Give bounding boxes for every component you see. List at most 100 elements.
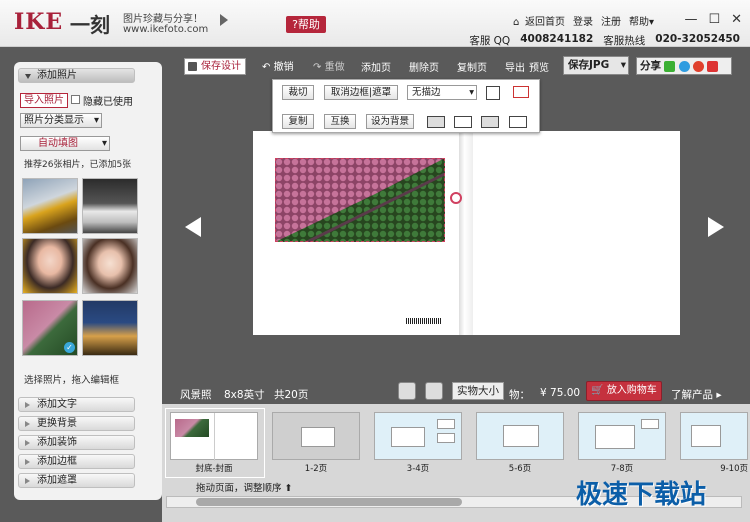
layer-bottom-icon[interactable] bbox=[427, 116, 445, 128]
section-add-photo[interactable]: 添加照片 bbox=[18, 68, 135, 83]
image-share-icon[interactable] bbox=[707, 60, 719, 72]
selection-frame[interactable] bbox=[275, 158, 445, 242]
learn-label: 了解产品 bbox=[671, 389, 713, 401]
wechat-icon[interactable] bbox=[664, 60, 676, 72]
close-button[interactable]: ✕ bbox=[731, 12, 742, 27]
share-label: 分享 bbox=[640, 60, 661, 72]
page-label: 封底-封面 bbox=[195, 464, 233, 474]
page-label: 7-8页 bbox=[610, 464, 634, 474]
nav-home[interactable]: ⌂ 返回首页 bbox=[513, 13, 565, 28]
import-photo-button[interactable]: 导入照片 bbox=[20, 93, 68, 108]
book-right-page[interactable] bbox=[473, 131, 680, 335]
placeholder-icon bbox=[391, 427, 425, 447]
preview-button[interactable]: 预览 bbox=[529, 59, 549, 74]
page-thumb[interactable] bbox=[374, 412, 462, 460]
add-page-button[interactable]: 添加页 bbox=[361, 59, 391, 74]
photo-thumbnail[interactable] bbox=[82, 238, 138, 294]
section-label: 添加文字 bbox=[37, 399, 77, 410]
zoom-out-icon[interactable] bbox=[398, 382, 416, 400]
auto-fill-button[interactable]: 自动填图 ▾ bbox=[20, 136, 110, 151]
crop-button[interactable]: 裁切 bbox=[282, 85, 314, 100]
swap-button[interactable]: 互换 bbox=[324, 114, 356, 129]
section-add-decoration[interactable]: 添加装饰 bbox=[18, 435, 135, 450]
save-icon bbox=[188, 62, 197, 71]
cart-label: 放入购物车 bbox=[606, 385, 657, 396]
placeholder-icon bbox=[437, 419, 455, 429]
placeholder-icon bbox=[641, 419, 659, 429]
remove-photo-icon[interactable] bbox=[513, 86, 529, 98]
arrow-up-icon: ⬆ bbox=[284, 483, 293, 494]
redo-button[interactable]: ↷ 重做 bbox=[313, 58, 345, 73]
section-change-background[interactable]: 更换背景 bbox=[18, 416, 135, 431]
placeholder-icon bbox=[437, 433, 455, 443]
page-thumb[interactable] bbox=[578, 412, 666, 460]
placeholder-icon bbox=[595, 425, 635, 449]
export-button[interactable]: 导出 bbox=[505, 59, 525, 74]
zoom-in-icon[interactable] bbox=[425, 382, 443, 400]
save-design-button[interactable]: 保存设计 bbox=[184, 58, 246, 75]
help-button[interactable]: ?帮助 bbox=[286, 16, 326, 33]
weibo-icon[interactable] bbox=[693, 60, 705, 72]
hotline-label: 客服热线 bbox=[603, 35, 646, 47]
nav-help[interactable]: 帮助▾ bbox=[629, 13, 654, 28]
maximize-button[interactable]: ☐ bbox=[708, 12, 720, 27]
layer-down-icon[interactable] bbox=[454, 116, 472, 128]
delete-page-button[interactable]: 删除页 bbox=[409, 59, 439, 74]
section-label: 添加装饰 bbox=[37, 437, 77, 448]
photo-thumbnail[interactable] bbox=[22, 238, 78, 294]
undo-button[interactable]: ↶ 撤销 bbox=[262, 58, 294, 73]
prev-page-arrow-icon[interactable] bbox=[185, 217, 201, 237]
photo-thumbnail[interactable] bbox=[22, 178, 78, 234]
section-add-text[interactable]: 添加文字 bbox=[18, 397, 135, 412]
watermark: 极速下载站 bbox=[576, 480, 707, 510]
next-page-arrow-icon[interactable] bbox=[708, 217, 724, 237]
add-to-cart-button[interactable]: 🛒 放入购物车 bbox=[586, 381, 662, 401]
page-thumb[interactable] bbox=[272, 412, 360, 460]
play-icon[interactable] bbox=[220, 14, 228, 26]
save-jpg-label: 保存JPG bbox=[568, 59, 610, 71]
qq-icon[interactable] bbox=[678, 60, 690, 72]
photo-thumbnail[interactable] bbox=[82, 178, 138, 234]
layer-up-icon[interactable] bbox=[481, 116, 499, 128]
cart-icon: 🛒 bbox=[591, 385, 604, 396]
layer-top-icon[interactable] bbox=[509, 116, 527, 128]
section-add-mask[interactable]: 添加遮罩 bbox=[18, 473, 135, 488]
left-panel: 添加照片 导入照片 隐藏已使用 照片分类显示 ▾ 自动填图 ▾ 推荐26张相片，… bbox=[14, 62, 162, 500]
page-thumb[interactable] bbox=[476, 412, 564, 460]
chevron-down-icon: ▾ bbox=[101, 138, 107, 149]
drag-order-hint: 拖动页面，调整顺序 ⬆ bbox=[196, 480, 293, 494]
real-size-button[interactable]: 实物大小 bbox=[452, 382, 504, 400]
photo-thumbnail[interactable] bbox=[82, 300, 138, 356]
section-label: 添加遮罩 bbox=[37, 475, 77, 486]
product-style: 风景照 bbox=[180, 389, 212, 401]
cancel-border-mask-button[interactable]: 取消边框|遮罩 bbox=[324, 85, 398, 100]
window-controls: — ☐ ✕ bbox=[684, 12, 742, 27]
recommend-hint: 推荐26张相片，已添加5张 bbox=[24, 160, 132, 170]
book-spine bbox=[459, 131, 473, 335]
page-count: 共20页 bbox=[274, 389, 309, 401]
chevron-down-icon[interactable]: ▾ bbox=[621, 57, 626, 74]
page-thumb[interactable] bbox=[680, 412, 748, 460]
minimize-button[interactable]: — bbox=[684, 12, 697, 27]
nav-login[interactable]: 登录 bbox=[573, 13, 593, 28]
photo-thumbnail-selected[interactable]: ✓ bbox=[22, 300, 78, 356]
rotate-handle-icon[interactable] bbox=[450, 192, 462, 204]
copy-button[interactable]: 复制 bbox=[282, 114, 314, 129]
scrollbar-thumb[interactable] bbox=[196, 498, 462, 506]
border-color-icon[interactable] bbox=[486, 86, 500, 100]
nav-register[interactable]: 注册 bbox=[601, 13, 621, 28]
set-background-button[interactable]: 设为背景 bbox=[366, 114, 414, 129]
border-select[interactable]: 无描边 ▾ bbox=[407, 85, 477, 100]
hide-used-checkbox[interactable] bbox=[71, 95, 80, 104]
undo-label: 撤销 bbox=[273, 62, 294, 73]
save-jpg-button[interactable]: 保存JPG ▾ bbox=[563, 56, 629, 75]
copy-page-button[interactable]: 复制页 bbox=[457, 59, 487, 74]
learn-product-link[interactable]: 了解产品 ▸ bbox=[671, 387, 722, 402]
drag-order-label: 拖动页面，调整顺序 bbox=[196, 483, 282, 494]
check-icon: ✓ bbox=[64, 342, 75, 353]
section-add-border[interactable]: 添加边框 bbox=[18, 454, 135, 469]
chevron-down-icon: ▾ bbox=[469, 87, 474, 98]
category-dropdown[interactable]: 照片分类显示 ▾ bbox=[20, 113, 102, 128]
page-thumb-cover[interactable] bbox=[170, 412, 258, 461]
page-label: 1-2页 bbox=[304, 464, 328, 474]
